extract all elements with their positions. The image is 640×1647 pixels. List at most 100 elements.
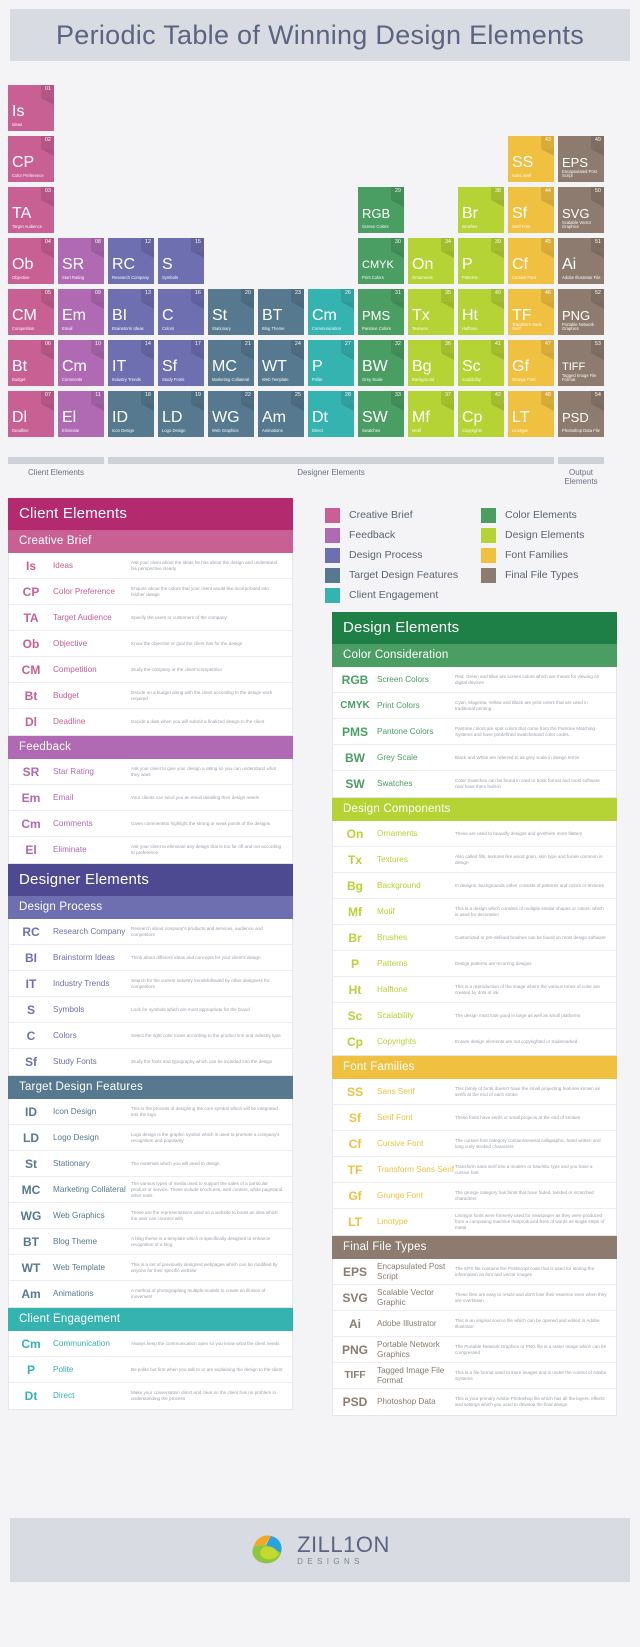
element-tile-svg-50[interactable]: 50 SVG Scalable Vector Graphics xyxy=(558,187,604,233)
table-row[interactable]: SR Star Rating Ask your client to give you… xyxy=(9,759,292,785)
table-row[interactable]: ID Icon Design This is the process of desi… xyxy=(9,1099,292,1125)
element-tile-sf-44[interactable]: 44 Sf Serif Font xyxy=(508,187,554,233)
element-tile-cm-26[interactable]: 26 Cm Communication xyxy=(308,289,354,335)
element-tile-ta-03[interactable]: 03 TA Target Audience xyxy=(8,187,54,233)
table-row[interactable]: SS Sans Serif This family of fonts doesn't… xyxy=(333,1079,616,1105)
table-row[interactable]: Em Email Your clients can send you an emai… xyxy=(9,785,292,811)
element-tile-gf-47[interactable]: 47 Gf Grunge Font xyxy=(508,340,554,386)
table-row[interactable]: BI Brainstorm Ideas Think about different … xyxy=(9,945,292,971)
element-tile-cp-02[interactable]: 02 CP Color Preference xyxy=(8,136,54,182)
element-tile-br-38[interactable]: 38 Br Brushes xyxy=(458,187,504,233)
element-tile-p-39[interactable]: 39 P Patterns xyxy=(458,238,504,284)
legend-item-creative-brief[interactable]: Creative Brief xyxy=(325,505,469,525)
element-tile-eps-49[interactable]: 49 EPS Encapsulated Post Script xyxy=(558,136,604,182)
element-tile-bw-32[interactable]: 32 BW Grey Scale xyxy=(358,340,404,386)
table-row[interactable]: P Patterns Design patterns are recurring d… xyxy=(333,951,616,977)
element-tile-bt-06[interactable]: 06 Bt Budget xyxy=(8,340,54,386)
element-tile-ai-51[interactable]: 51 Ai Adobe Illustrator File xyxy=(558,238,604,284)
element-tile-cp-42[interactable]: 42 Cp Copyrights xyxy=(458,391,504,437)
table-row[interactable]: WT Web Template This is a set of previousl… xyxy=(9,1255,292,1281)
table-row[interactable]: Sf Serif Font These fonts have serifs or s… xyxy=(333,1105,616,1131)
element-tile-tx-35[interactable]: 35 Tx Textures xyxy=(408,289,454,335)
table-row[interactable]: Sc Scalability The design must look good i… xyxy=(333,1003,616,1029)
element-tile-s-15[interactable]: 15 S Symbols xyxy=(158,238,204,284)
table-row[interactable]: LT Linotype Linotype fonts were formerly u… xyxy=(333,1209,616,1235)
element-tile-tf-46[interactable]: 46 TF Transform Sans Serif xyxy=(508,289,554,335)
element-tile-mf-37[interactable]: 37 Mf Motif xyxy=(408,391,454,437)
element-tile-ob-04[interactable]: 04 Ob Objective xyxy=(8,238,54,284)
table-row[interactable]: Am Animations A method of photographing mu… xyxy=(9,1281,292,1307)
table-row[interactable]: Br Brushes Customized or pre-defined brush… xyxy=(333,925,616,951)
table-row[interactable]: S Symbols Look for symbols which are most … xyxy=(9,997,292,1023)
element-tile-dt-28[interactable]: 28 Dt Direct xyxy=(308,391,354,437)
element-tile-st-20[interactable]: 20 St Stationary xyxy=(208,289,254,335)
table-row[interactable]: Cp Copyrights Ensure design elements are n… xyxy=(333,1029,616,1055)
element-tile-cm-05[interactable]: 05 CM Competition xyxy=(8,289,54,335)
table-row[interactable]: C Colors Select the right color tones acco… xyxy=(9,1023,292,1049)
table-row[interactable]: Ob Objective Know the objective or goal th… xyxy=(9,631,292,657)
element-tile-psd-54[interactable]: 54 PSD Photoshop Data File xyxy=(558,391,604,437)
element-tile-wt-24[interactable]: 24 WT Web Template xyxy=(258,340,304,386)
legend-item-client-engagement[interactable]: Client Engagement xyxy=(325,585,469,605)
table-row[interactable]: Sf Study Fonts Study the fonts and typogra… xyxy=(9,1049,292,1075)
element-tile-el-11[interactable]: 11 El Eliminate xyxy=(58,391,104,437)
table-row[interactable]: LD Logo Design Logo design is the graphic … xyxy=(9,1125,292,1151)
legend-item-target-design-features[interactable]: Target Design Features xyxy=(325,565,469,585)
table-row[interactable]: BT Blog Theme A blog theme is a template w… xyxy=(9,1229,292,1255)
element-tile-rc-12[interactable]: 12 RC Research Company xyxy=(108,238,154,284)
legend-item-color-elements[interactable]: Color Elements xyxy=(481,505,625,525)
table-row[interactable]: TA Target Audience Specify the users or cu… xyxy=(9,605,292,631)
table-row[interactable]: PNG Portable Network Graphics The Portable… xyxy=(333,1337,616,1363)
table-row[interactable]: RC Research Company Research about company… xyxy=(9,919,292,945)
element-tile-on-34[interactable]: 34 On Ornaments xyxy=(408,238,454,284)
element-tile-lt-48[interactable]: 48 LT Linotype xyxy=(508,391,554,437)
element-tile-wg-22[interactable]: 22 WG Web Graphics xyxy=(208,391,254,437)
table-row[interactable]: WG Web Graphics These are the representati… xyxy=(9,1203,292,1229)
table-row[interactable]: SW Swatches Color Swatches can be found in… xyxy=(333,771,616,797)
element-tile-ss-43[interactable]: 43 SS Sans Serif xyxy=(508,136,554,182)
table-row[interactable]: Ht Halftone This is a reproduction of the … xyxy=(333,977,616,1003)
legend-item-feedback[interactable]: Feedback xyxy=(325,525,469,545)
element-tile-is-01[interactable]: 01 Is Ideas xyxy=(8,85,54,131)
legend-item-design-process[interactable]: Design Process xyxy=(325,545,469,565)
element-tile-tiff-53[interactable]: 53 TIFF Tagged Image File Format xyxy=(558,340,604,386)
zillion-designs-logo[interactable]: ZILL1ON DESIGNS xyxy=(250,1533,390,1567)
table-row[interactable]: Dl Deadline Decide a date when you will su… xyxy=(9,709,292,735)
element-tile-png-52[interactable]: 52 PNG Portable Network Graphics xyxy=(558,289,604,335)
element-tile-mc-21[interactable]: 21 MC Marketing Collateral xyxy=(208,340,254,386)
table-row[interactable]: Dt Direct Make your conversation direct an… xyxy=(9,1383,292,1409)
table-row[interactable]: Is Ideas Ask your client about the ideas h… xyxy=(9,553,292,579)
table-row[interactable]: SVG Scalable Vector Graphic These files ar… xyxy=(333,1285,616,1311)
element-tile-am-25[interactable]: 25 Am Animations xyxy=(258,391,304,437)
table-row[interactable]: CMYK Print Colors Cyan, Magenta, Yellow an… xyxy=(333,693,616,719)
element-tile-bt-23[interactable]: 23 BT Blog Theme xyxy=(258,289,304,335)
legend-item-design-elements[interactable]: Design Elements xyxy=(481,525,625,545)
element-tile-cf-45[interactable]: 45 Cf Cursive Font xyxy=(508,238,554,284)
element-tile-bi-13[interactable]: 13 BI Brainstorm Ideas xyxy=(108,289,154,335)
element-tile-sw-33[interactable]: 33 SW Swatches xyxy=(358,391,404,437)
element-tile-c-16[interactable]: 16 C Colors xyxy=(158,289,204,335)
element-tile-em-09[interactable]: 09 Em Email xyxy=(58,289,104,335)
element-tile-sr-08[interactable]: 08 SR Start Rating xyxy=(58,238,104,284)
element-tile-bg-36[interactable]: 36 Bg Background xyxy=(408,340,454,386)
element-tile-pms-31[interactable]: 31 PMS Pantone Colors xyxy=(358,289,404,335)
table-row[interactable]: Cf Cursive Font The cursive font category … xyxy=(333,1131,616,1157)
table-row[interactable]: TIFF Tagged Image File Format This is a fi… xyxy=(333,1363,616,1389)
table-row[interactable]: Tx Textures Also called fills, textures li… xyxy=(333,847,616,873)
table-row[interactable]: Bt Budget Decide on a budget along with th… xyxy=(9,683,292,709)
table-row[interactable]: MC Marketing Collateral The various types … xyxy=(9,1177,292,1203)
element-tile-dl-07[interactable]: 07 Dl Deadline xyxy=(8,391,54,437)
table-row[interactable]: CP Color Preference Enquire about the colo… xyxy=(9,579,292,605)
table-row[interactable]: TF Transform Sans Serif Transform sans ser… xyxy=(333,1157,616,1183)
element-tile-cm-10[interactable]: 10 Cm Comments xyxy=(58,340,104,386)
element-tile-sf-17[interactable]: 17 Sf Study Fonts xyxy=(158,340,204,386)
element-tile-rgb-29[interactable]: 29 RGB Screen Colors xyxy=(358,187,404,233)
element-tile-it-14[interactable]: 14 IT Industry Trends xyxy=(108,340,154,386)
element-tile-ld-19[interactable]: 19 LD Logo Design xyxy=(158,391,204,437)
element-tile-sc-41[interactable]: 41 Sc Scalability xyxy=(458,340,504,386)
table-row[interactable]: Bg Background In designs, backgrounds eith… xyxy=(333,873,616,899)
element-tile-id-18[interactable]: 18 ID Icon Design xyxy=(108,391,154,437)
table-row[interactable]: El Eliminate Ask your client to eliminate … xyxy=(9,837,292,863)
element-tile-p-27[interactable]: 27 P Polite xyxy=(308,340,354,386)
legend-item-final-file-types[interactable]: Final File Types xyxy=(481,565,625,585)
